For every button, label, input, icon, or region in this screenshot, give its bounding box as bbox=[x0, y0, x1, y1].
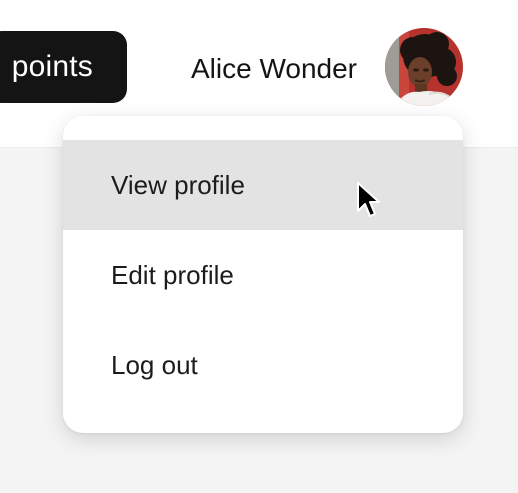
edit-profile-menu-item[interactable]: Edit profile bbox=[63, 230, 463, 320]
user-name[interactable]: Alice Wonder bbox=[191, 49, 357, 89]
profile-dropdown-menu: View profile Edit profile Log out bbox=[63, 116, 463, 433]
log-out-menu-item[interactable]: Log out bbox=[63, 320, 463, 410]
view-profile-menu-item[interactable]: View profile bbox=[63, 140, 463, 230]
view-profile-label: View profile bbox=[111, 169, 245, 200]
points-button[interactable]: points bbox=[0, 31, 127, 103]
log-out-label: Log out bbox=[111, 349, 198, 380]
avatar-icon bbox=[385, 28, 463, 106]
avatar[interactable] bbox=[385, 28, 463, 106]
edit-profile-label: Edit profile bbox=[111, 259, 234, 290]
points-button-label: points bbox=[11, 50, 93, 83]
